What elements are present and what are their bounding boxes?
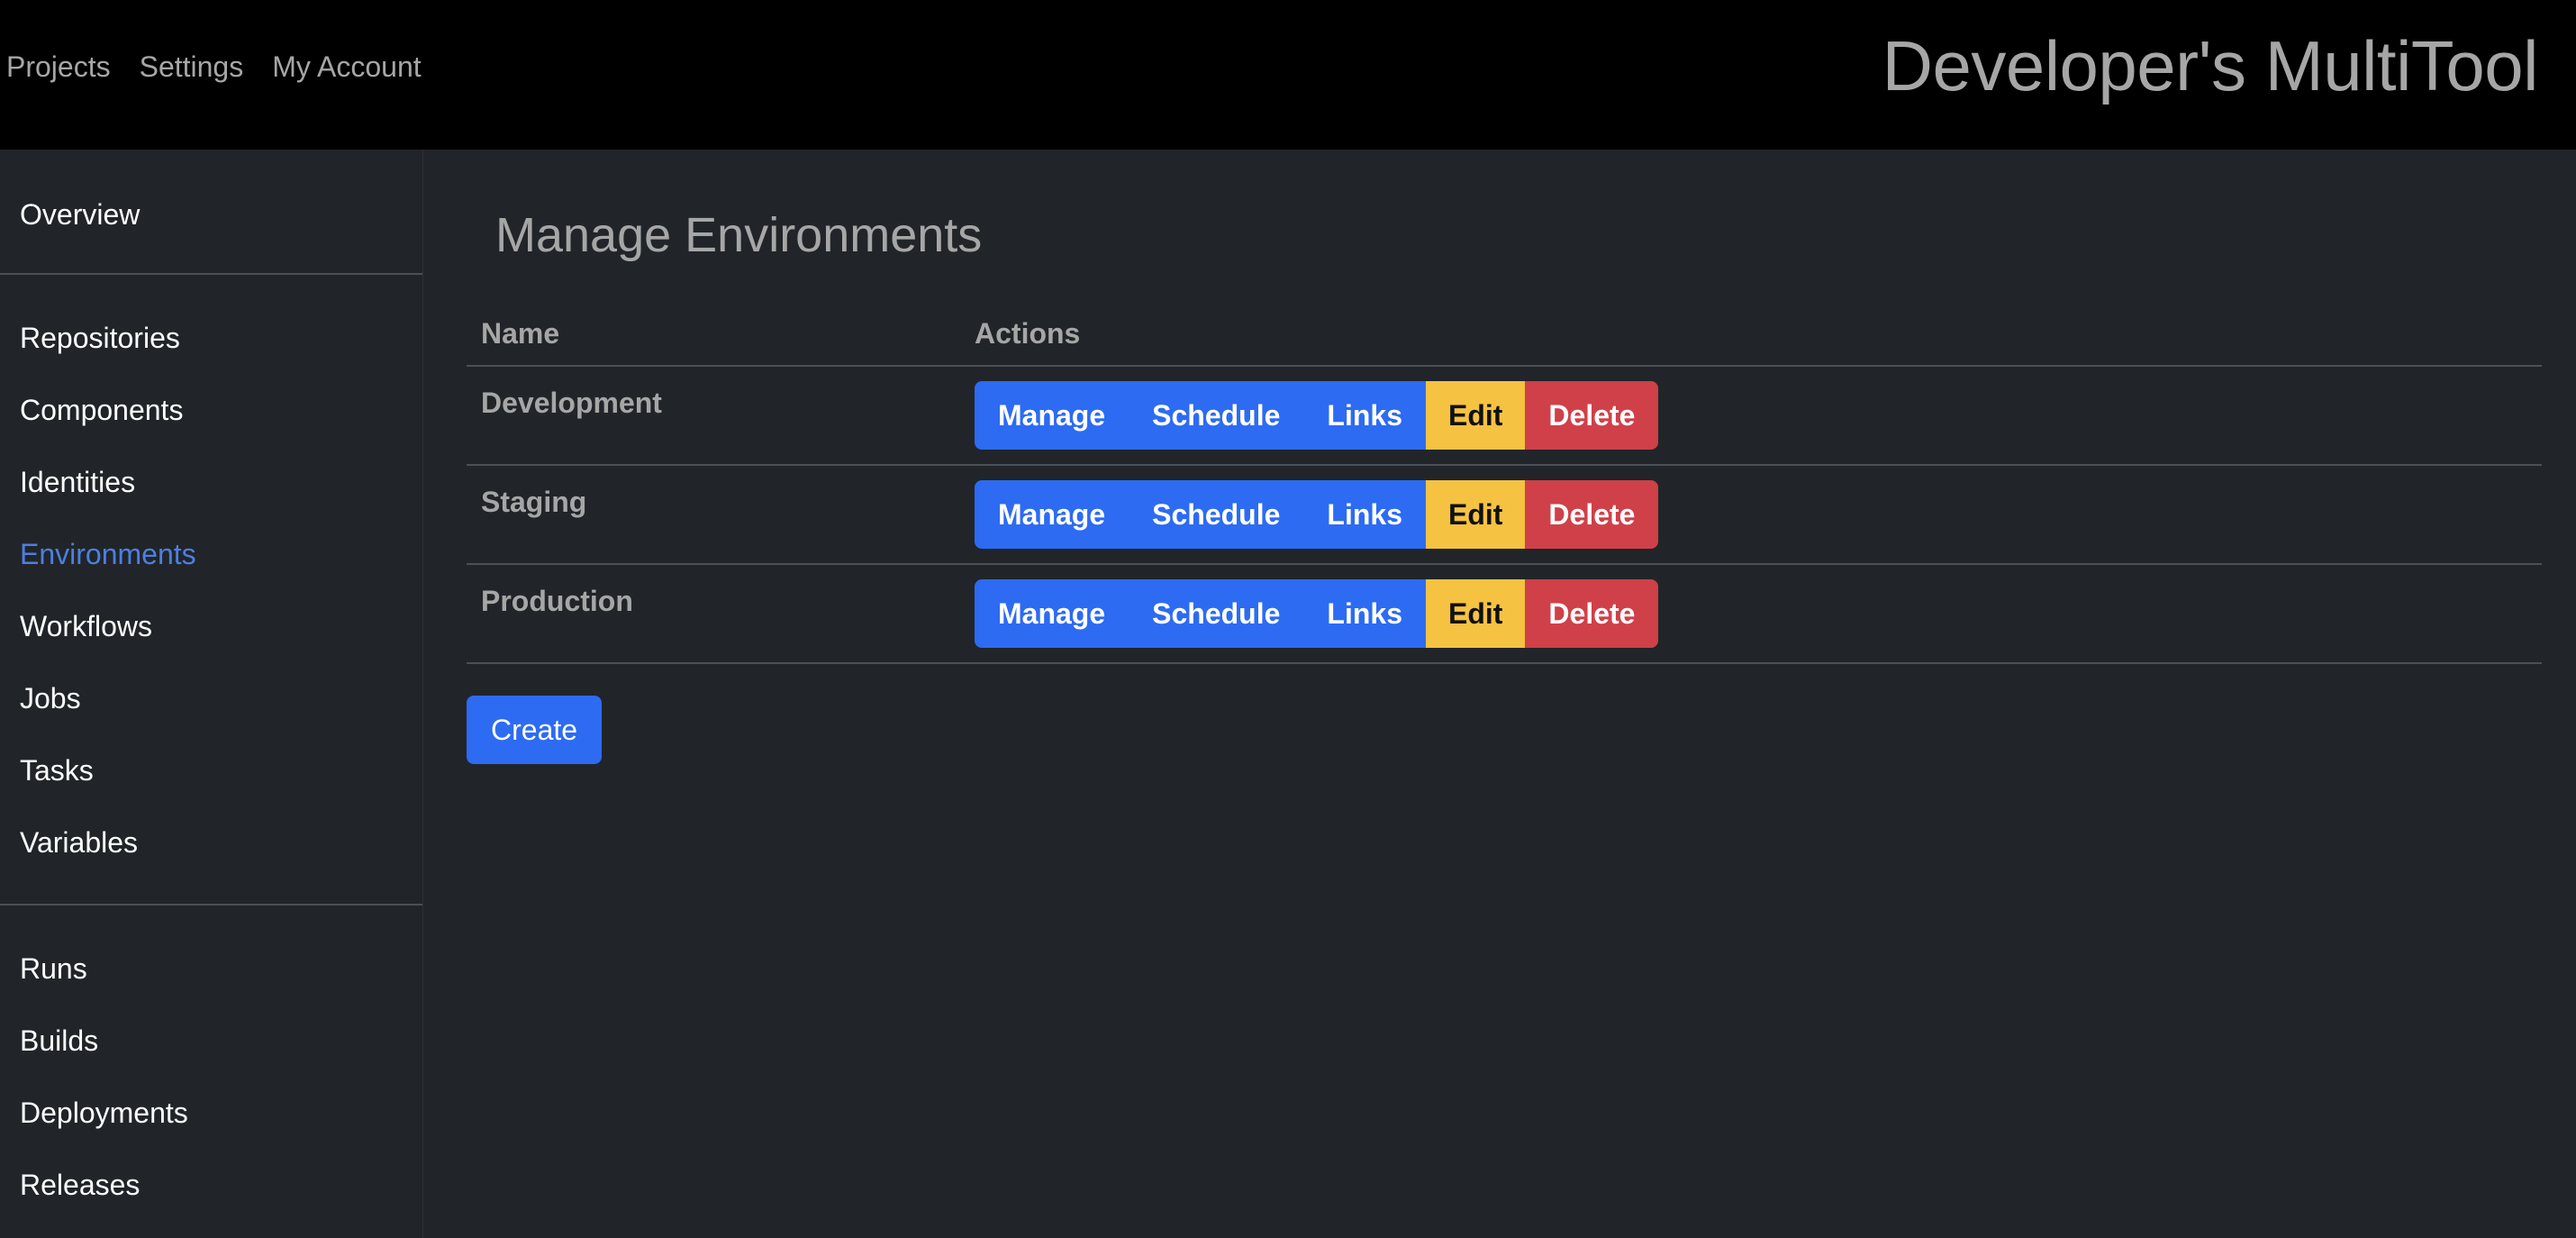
manage-button[interactable]: Manage [975, 480, 1129, 549]
sidebar-item-releases[interactable]: Releases [0, 1149, 422, 1221]
links-button[interactable]: Links [1303, 579, 1426, 648]
row-actions: Manage Schedule Links Edit Delete [960, 366, 2542, 466]
nav-link-my-account[interactable]: My Account [272, 50, 421, 84]
schedule-button[interactable]: Schedule [1129, 381, 1304, 450]
environment-name: Development [467, 366, 960, 466]
action-button-group: Manage Schedule Links Edit Delete [975, 480, 1659, 549]
links-button[interactable]: Links [1303, 480, 1426, 549]
nav-link-settings[interactable]: Settings [140, 50, 244, 84]
table-row: Staging Manage Schedule Links Edit Delet… [467, 465, 2542, 565]
edit-button[interactable]: Edit [1425, 480, 1526, 549]
top-nav: Projects Settings My Account [6, 50, 422, 84]
sidebar-group-overview: Overview [0, 150, 422, 273]
manage-button[interactable]: Manage [975, 381, 1129, 450]
sidebar-item-deployments[interactable]: Deployments [0, 1077, 422, 1149]
sidebar-item-jobs[interactable]: Jobs [0, 662, 422, 734]
sidebar: Overview Repositories Components Identit… [0, 150, 423, 1238]
action-button-group: Manage Schedule Links Edit Delete [975, 381, 1659, 450]
sidebar-item-builds[interactable]: Builds [0, 1005, 422, 1077]
delete-button[interactable]: Delete [1525, 381, 1659, 450]
create-button[interactable]: Create [467, 696, 603, 764]
page-title: Manage Environments [495, 208, 983, 262]
sidebar-group-resources: Repositories Components Identities Envir… [0, 273, 422, 904]
action-button-group: Manage Schedule Links Edit Delete [975, 579, 1659, 648]
schedule-button[interactable]: Schedule [1129, 579, 1304, 648]
row-actions: Manage Schedule Links Edit Delete [960, 465, 2542, 565]
schedule-button[interactable]: Schedule [1129, 480, 1304, 549]
sidebar-item-tasks[interactable]: Tasks [0, 734, 422, 806]
sidebar-item-runs[interactable]: Runs [0, 933, 422, 1005]
top-navbar: Projects Settings My Account Developer's… [0, 0, 2576, 150]
links-button[interactable]: Links [1303, 381, 1426, 450]
table-row: Production Manage Schedule Links Edit De… [467, 564, 2542, 664]
main-content: Manage Environments Name Actions Develop… [423, 150, 2576, 1238]
environment-name: Production [467, 564, 960, 664]
table-row: Development Manage Schedule Links Edit D… [467, 366, 2542, 466]
sidebar-item-identities[interactable]: Identities [0, 446, 422, 518]
sidebar-item-variables[interactable]: Variables [0, 806, 422, 878]
row-actions: Manage Schedule Links Edit Delete [960, 564, 2542, 664]
app-brand-title: Developer's MultiTool [1882, 26, 2539, 105]
environment-name: Staging [467, 465, 960, 565]
sidebar-item-environments[interactable]: Environments [0, 518, 422, 590]
table-header-row: Name Actions [467, 303, 2542, 367]
sidebar-item-repositories[interactable]: Repositories [0, 302, 422, 374]
delete-button[interactable]: Delete [1525, 480, 1659, 549]
nav-link-projects[interactable]: Projects [6, 50, 111, 84]
sidebar-item-components[interactable]: Components [0, 374, 422, 446]
environments-table: Name Actions Development Manage Schedule… [467, 303, 2542, 664]
sidebar-group-execution: Runs Builds Deployments Releases [0, 904, 422, 1221]
column-header-name: Name [467, 303, 960, 367]
edit-button[interactable]: Edit [1425, 579, 1526, 648]
column-header-actions: Actions [960, 303, 2542, 367]
delete-button[interactable]: Delete [1525, 579, 1659, 648]
sidebar-item-overview[interactable]: Overview [0, 178, 422, 250]
sidebar-item-workflows[interactable]: Workflows [0, 590, 422, 662]
manage-button[interactable]: Manage [975, 579, 1129, 648]
edit-button[interactable]: Edit [1425, 381, 1526, 450]
